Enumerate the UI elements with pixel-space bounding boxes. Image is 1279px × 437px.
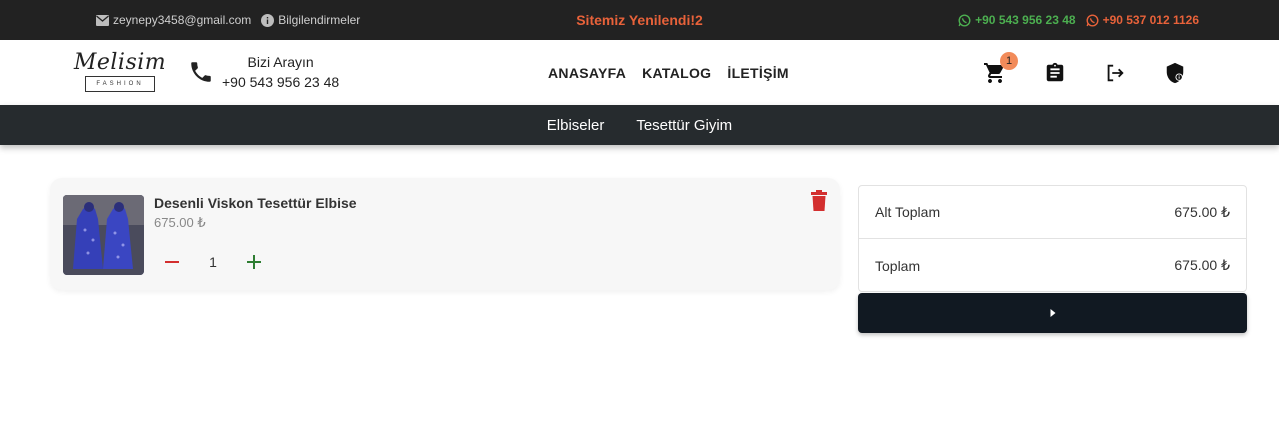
whatsapp-icon — [1086, 13, 1099, 27]
main-nav: ANASAYFA KATALOG İLETİŞİM — [548, 40, 789, 105]
cart-count-badge: 1 — [1000, 51, 1018, 70]
top-bar-left: zeynepy3458@gmail.com Bilgilendirmeler — [96, 0, 360, 40]
top-bar-right: +90 543 956 23 48 +90 537 012 1126 — [958, 0, 1199, 40]
cart-button[interactable]: 1 — [980, 51, 1018, 88]
phone-1-text: +90 543 956 23 48 — [975, 13, 1076, 27]
category-bar: Elbiseler Tesettür Giyim — [0, 105, 1279, 145]
info-link[interactable]: Bilgilendirmeler — [261, 13, 360, 27]
whatsapp-phone-2[interactable]: +90 537 012 1126 — [1086, 13, 1199, 27]
product-price: 675.00 ₺ — [154, 215, 206, 230]
logo-subtext: FASHION — [85, 76, 155, 92]
main-header: Melisim FASHION Bizi Arayın +90 543 956 … — [0, 40, 1279, 105]
product-name[interactable]: Desenli Viskon Tesettür Elbise — [154, 195, 357, 211]
info-icon — [261, 13, 275, 27]
subtotal-row: Alt Toplam 675.00 ₺ — [859, 186, 1246, 239]
trash-icon — [811, 190, 827, 211]
cart-item: Desenli Viskon Tesettür Elbise 675.00 ₺ … — [50, 178, 840, 290]
subtotal-label: Alt Toplam — [875, 204, 941, 220]
top-bar: zeynepy3458@gmail.com Bilgilendirmeler S… — [0, 0, 1279, 40]
order-summary: Alt Toplam 675.00 ₺ Toplam 675.00 ₺ — [858, 185, 1247, 292]
decrease-quantity-button[interactable] — [160, 250, 184, 274]
phone-icon — [191, 62, 211, 82]
category-modest-wear[interactable]: Tesettür Giyim — [636, 117, 732, 134]
play-arrow-icon — [1050, 309, 1055, 317]
site-logo[interactable]: Melisim FASHION — [70, 50, 170, 96]
admin-button[interactable] — [1160, 58, 1190, 88]
total-label: Toplam — [875, 257, 921, 274]
plus-icon — [247, 255, 261, 269]
email-text: zeynepy3458@gmail.com — [113, 13, 252, 27]
email-link[interactable]: zeynepy3458@gmail.com — [96, 13, 251, 27]
call-box[interactable]: Bizi Arayın +90 543 956 23 48 — [188, 52, 339, 92]
logo-script: Melisim — [73, 50, 167, 75]
call-number: +90 543 956 23 48 — [222, 74, 340, 90]
nav-catalog[interactable]: KATALOG — [642, 65, 711, 81]
category-dresses[interactable]: Elbiseler — [547, 117, 605, 134]
logout-button[interactable] — [1100, 58, 1130, 88]
call-label: Bizi Arayın — [247, 54, 314, 70]
whatsapp-icon — [958, 13, 971, 27]
phone-2-text: +90 537 012 1126 — [1102, 13, 1199, 27]
clipboard-icon — [1046, 62, 1064, 81]
info-text: Bilgilendirmeler — [278, 13, 361, 27]
total-value: 675.00 ₺ — [1174, 257, 1230, 273]
quantity-stepper: 1 — [160, 250, 266, 274]
product-thumbnail[interactable] — [63, 195, 144, 275]
increase-quantity-button[interactable] — [242, 250, 266, 274]
call-texts: Bizi Arayın +90 543 956 23 48 — [222, 52, 339, 92]
subtotal-value: 675.00 ₺ — [1174, 203, 1230, 220]
product-image — [63, 195, 144, 275]
announcement-text: Sitemiz Yenilendi!2 — [576, 12, 703, 28]
whatsapp-phone-1[interactable]: +90 543 956 23 48 — [958, 13, 1076, 27]
shield-icon — [1166, 62, 1184, 83]
nav-home[interactable]: ANASAYFA — [548, 65, 626, 81]
orders-button[interactable] — [1040, 58, 1070, 88]
mail-icon — [96, 14, 109, 26]
checkout-button[interactable] — [858, 293, 1247, 333]
minus-icon — [165, 261, 179, 263]
logout-icon — [1107, 64, 1124, 81]
total-row: Toplam 675.00 ₺ — [859, 239, 1246, 292]
quantity-value: 1 — [209, 254, 217, 270]
header-icons: 1 — [980, 40, 1220, 105]
nav-contact[interactable]: İLETİŞİM — [727, 65, 789, 81]
remove-item-button[interactable] — [809, 190, 829, 212]
